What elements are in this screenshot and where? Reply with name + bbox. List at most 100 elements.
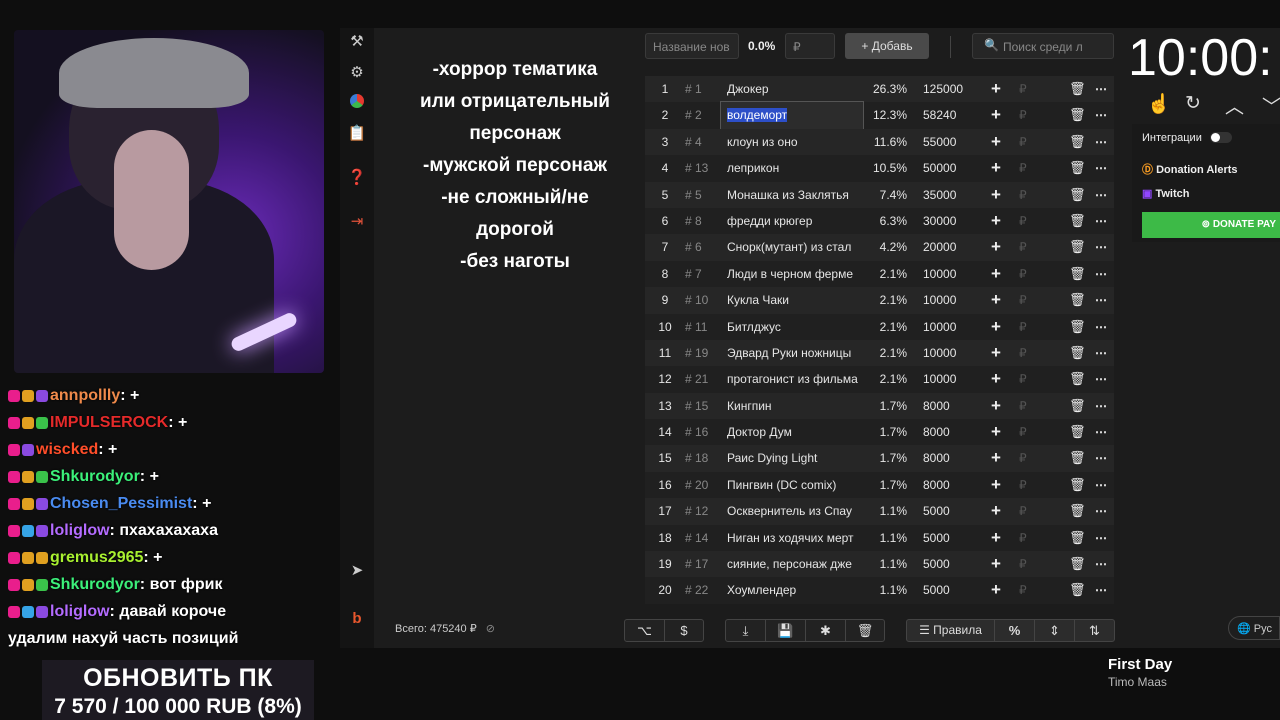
add-amount-icon[interactable]: + — [991, 472, 1001, 498]
more-icon[interactable]: ⋯ — [1095, 234, 1107, 260]
lot-amount[interactable]: 10000 — [923, 261, 973, 287]
lot-amount[interactable]: 8000 — [923, 393, 973, 419]
more-icon[interactable]: ⋯ — [1095, 366, 1107, 392]
currency-icon[interactable]: ₽ — [1019, 261, 1027, 287]
integrations-toggle[interactable] — [1210, 132, 1232, 143]
lot-name[interactable]: фредди крюгер — [727, 208, 859, 234]
lot-amount[interactable]: 10000 — [923, 366, 973, 392]
lot-amount[interactable]: 5000 — [923, 551, 973, 577]
donate-pay-button[interactable]: ⊚ DONATE PAY — [1142, 212, 1280, 238]
trash-icon[interactable]: 🗑 — [1069, 234, 1086, 260]
currency-icon[interactable]: ₽ — [1019, 76, 1027, 102]
add-lot-button[interactable]: + Добавь — [845, 33, 929, 59]
currency-icon[interactable]: ₽ — [1019, 551, 1027, 577]
currency-icon[interactable]: ₽ — [1019, 393, 1027, 419]
chevron-up-icon[interactable]: ︿ — [1225, 92, 1244, 119]
lot-name[interactable]: волдеморт — [720, 101, 864, 130]
github-icon[interactable]: ⌥ — [625, 620, 665, 641]
add-amount-icon[interactable]: + — [991, 445, 1001, 471]
download-icon[interactable]: ⤓ — [726, 620, 766, 641]
lot-amount[interactable]: 5000 — [923, 577, 973, 603]
add-amount-icon[interactable]: + — [991, 393, 1001, 419]
more-icon[interactable]: ⋯ — [1095, 314, 1107, 340]
save-icon[interactable]: 💾 — [766, 620, 806, 641]
add-amount-icon[interactable]: + — [991, 102, 1001, 128]
currency-icon[interactable]: ₽ — [1019, 287, 1027, 313]
add-amount-icon[interactable]: + — [991, 419, 1001, 445]
trash-icon[interactable]: 🗑 — [1069, 129, 1086, 155]
trash-icon[interactable]: 🗑 — [1069, 314, 1086, 340]
lot-name[interactable]: Раис Dying Light — [727, 445, 859, 471]
lot-amount[interactable]: 30000 — [923, 208, 973, 234]
more-icon[interactable]: ⋯ — [1095, 155, 1107, 181]
lot-name[interactable]: сияние, персонаж дже — [727, 551, 859, 577]
delete-all-icon[interactable]: 🗑 — [846, 620, 884, 641]
dollar-icon[interactable]: $ — [665, 620, 703, 641]
donation-alerts-item[interactable]: Ⓓ Donation Alerts — [1142, 161, 1238, 177]
trash-icon[interactable]: 🗑 — [1069, 577, 1086, 603]
more-icon[interactable]: ⋯ — [1095, 419, 1107, 445]
more-icon[interactable]: ⋯ — [1095, 340, 1107, 366]
telegram-icon[interactable]: ➤ — [340, 561, 374, 579]
lot-name[interactable]: Люди в черном ферме — [727, 261, 859, 287]
lot-name[interactable]: Эдвард Руки ножницы — [727, 340, 859, 366]
sort-icon[interactable]: ⇅ — [1075, 620, 1114, 641]
split-icon[interactable]: ⇕ — [1035, 620, 1075, 641]
trash-icon[interactable]: 🗑 — [1069, 551, 1086, 577]
add-amount-icon[interactable]: + — [991, 314, 1001, 340]
more-icon[interactable]: ⋯ — [1095, 445, 1107, 471]
lot-amount[interactable]: 10000 — [923, 314, 973, 340]
lot-name-input[interactable]: Название нов — [645, 33, 739, 59]
reset-icon[interactable]: ↻ — [1185, 92, 1201, 115]
more-icon[interactable]: ⋯ — [1095, 182, 1107, 208]
add-amount-icon[interactable]: + — [991, 525, 1001, 551]
amount-input[interactable]: ₽ — [785, 33, 835, 59]
add-amount-icon[interactable]: + — [991, 234, 1001, 260]
lot-amount[interactable]: 55000 — [923, 129, 973, 155]
lot-name[interactable]: Хоумлендер — [727, 577, 859, 603]
lot-name[interactable]: Битлджус — [727, 314, 859, 340]
clipboard-icon[interactable]: 📋 — [340, 124, 374, 142]
help-icon[interactable]: ❓ — [340, 168, 374, 186]
lot-amount[interactable]: 5000 — [923, 498, 973, 524]
more-icon[interactable]: ⋯ — [1095, 287, 1107, 313]
add-amount-icon[interactable]: + — [991, 155, 1001, 181]
lot-amount[interactable]: 8000 — [923, 419, 973, 445]
lot-name[interactable]: Осквернитель из Спау — [727, 498, 859, 524]
eye-off-icon[interactable]: ⊘ — [486, 623, 495, 635]
trash-icon[interactable]: 🗑 — [1069, 155, 1086, 181]
currency-icon[interactable]: ₽ — [1019, 314, 1027, 340]
add-amount-icon[interactable]: + — [991, 498, 1001, 524]
more-icon[interactable]: ⋯ — [1095, 577, 1107, 603]
lot-amount[interactable]: 125000 — [923, 76, 973, 102]
lot-amount[interactable]: 5000 — [923, 525, 973, 551]
lot-name[interactable]: клоун из оно — [727, 129, 859, 155]
more-icon[interactable]: ⋯ — [1095, 208, 1107, 234]
currency-icon[interactable]: ₽ — [1019, 182, 1027, 208]
lot-name[interactable]: Доктор Дум — [727, 419, 859, 445]
more-icon[interactable]: ⋯ — [1095, 393, 1107, 419]
lot-amount[interactable]: 10000 — [923, 287, 973, 313]
trash-icon[interactable]: 🗑 — [1069, 182, 1086, 208]
bug-icon[interactable]: ✱ — [806, 620, 846, 641]
trash-icon[interactable]: 🗑 — [1069, 261, 1086, 287]
lot-amount[interactable]: 8000 — [923, 472, 973, 498]
add-amount-icon[interactable]: + — [991, 261, 1001, 287]
lot-amount[interactable]: 20000 — [923, 234, 973, 260]
trash-icon[interactable]: 🗑 — [1069, 498, 1086, 524]
currency-icon[interactable]: ₽ — [1019, 525, 1027, 551]
lot-amount[interactable]: 58240 — [923, 102, 973, 128]
trash-icon[interactable]: 🗑 — [1069, 340, 1086, 366]
lot-name[interactable]: Джокер — [727, 76, 859, 102]
lot-name[interactable]: протагонист из фильма — [727, 366, 859, 392]
lot-name-text[interactable]: волдеморт — [727, 108, 788, 123]
add-amount-icon[interactable]: + — [991, 208, 1001, 234]
trash-icon[interactable]: 🗑 — [1069, 393, 1086, 419]
more-icon[interactable]: ⋯ — [1095, 551, 1107, 577]
add-amount-icon[interactable]: + — [991, 129, 1001, 155]
currency-icon[interactable]: ₽ — [1019, 129, 1027, 155]
trash-icon[interactable]: 🗑 — [1069, 445, 1086, 471]
gavel-icon[interactable]: ⚒ — [340, 32, 374, 50]
lot-name[interactable]: Кукла Чаки — [727, 287, 859, 313]
lot-name[interactable]: Пингвин (DC comix) — [727, 472, 859, 498]
